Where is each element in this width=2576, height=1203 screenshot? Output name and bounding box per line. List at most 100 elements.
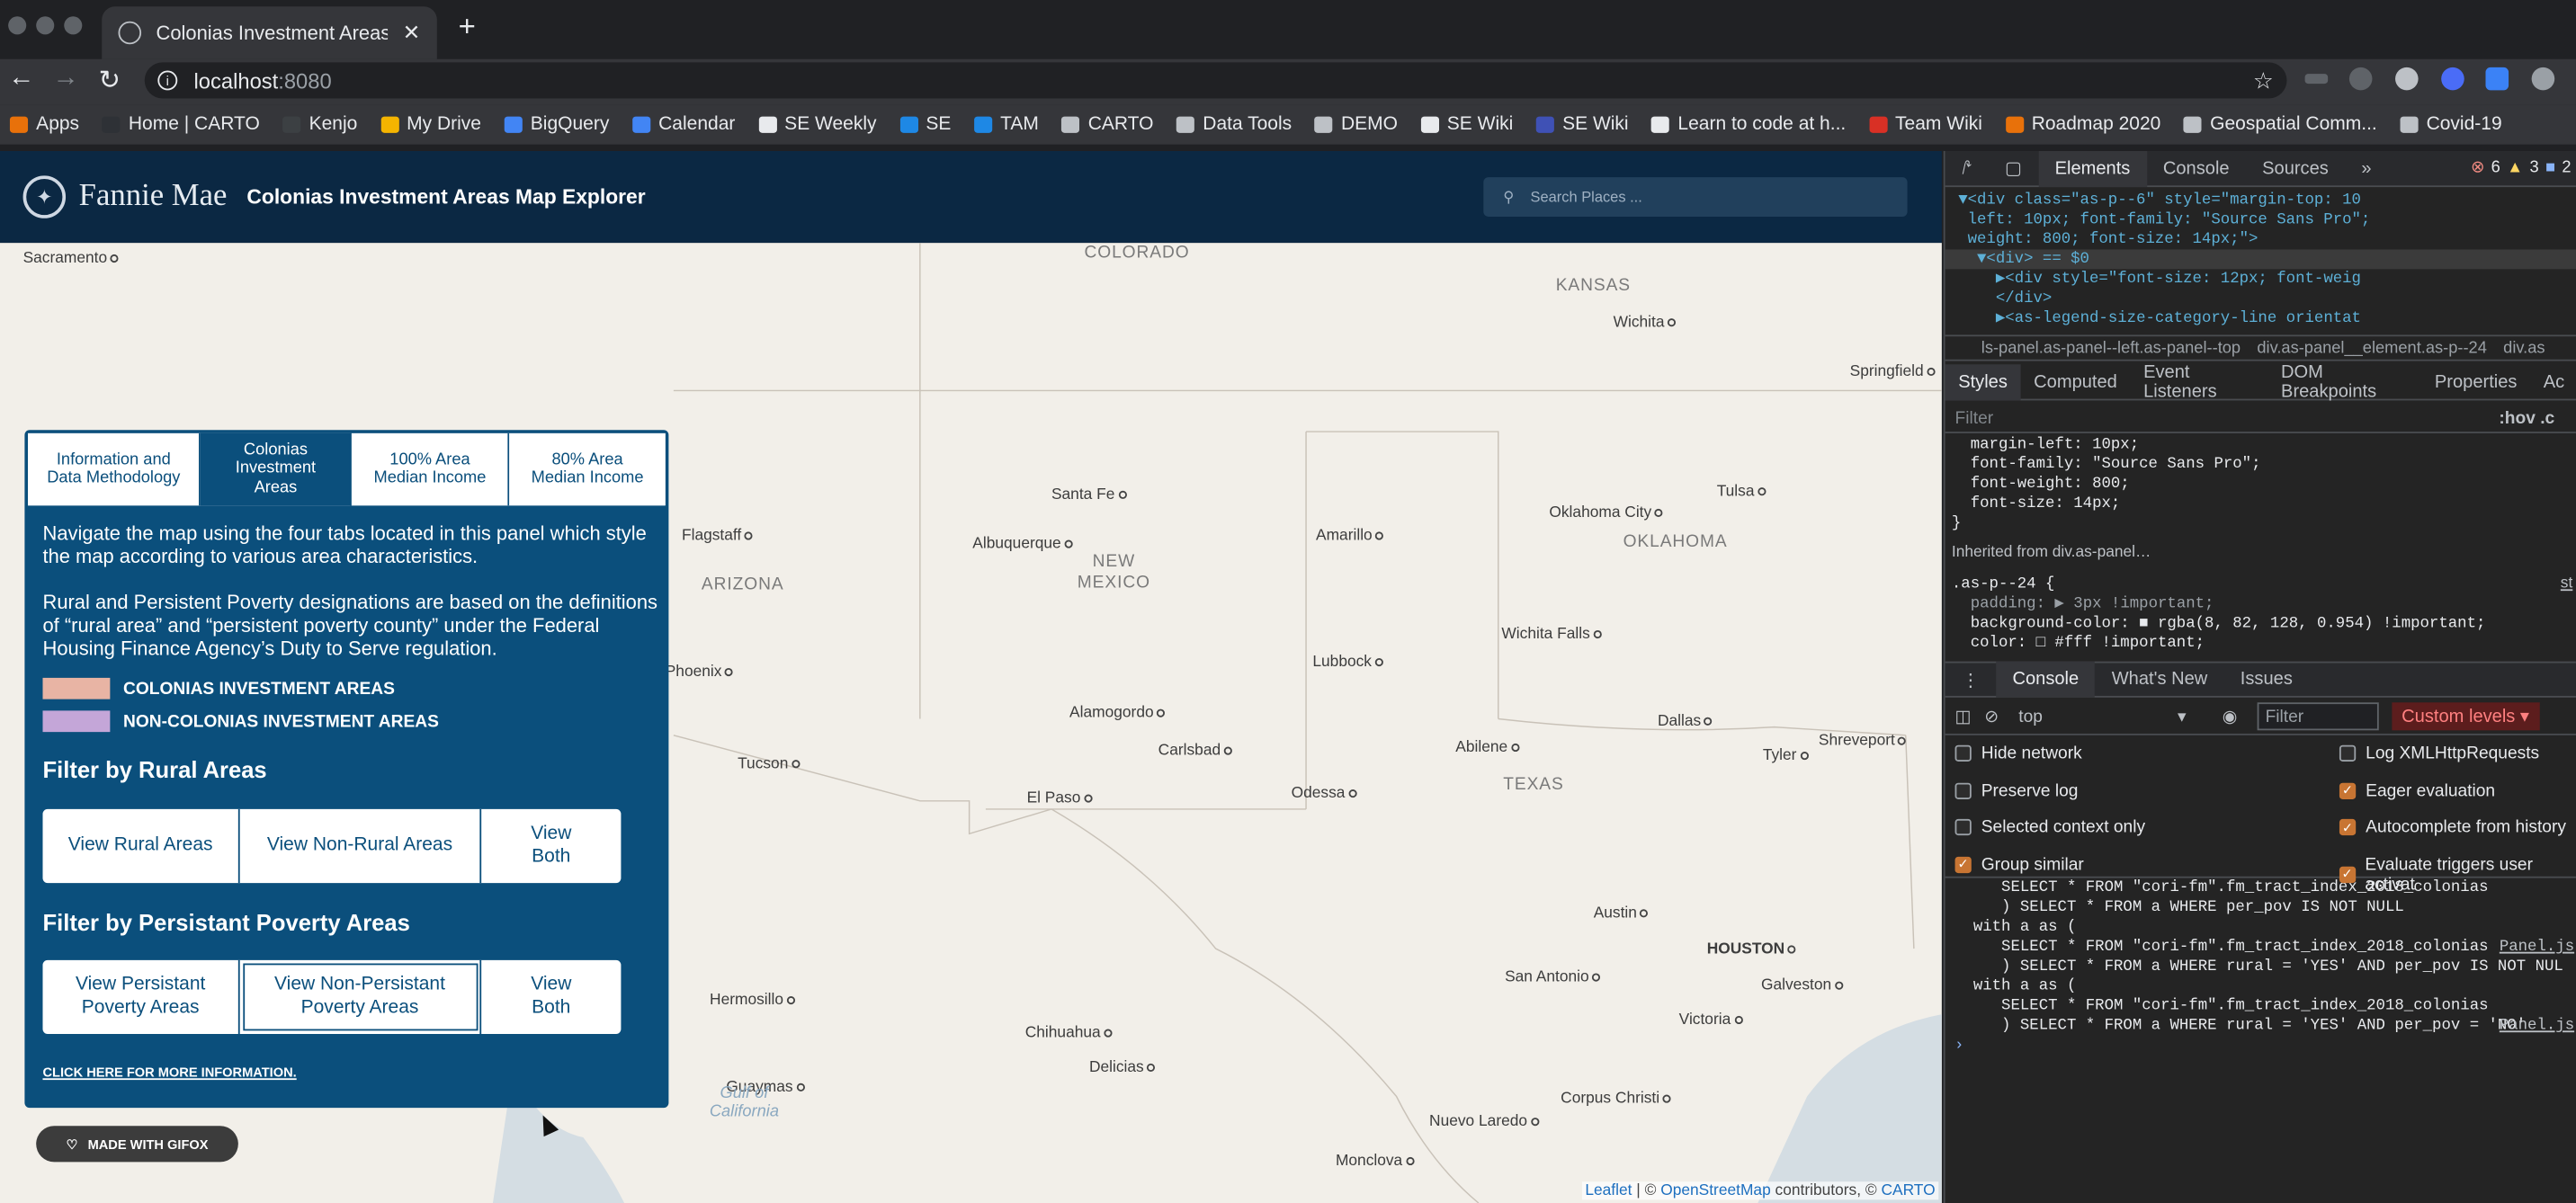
issue-counts[interactable]: ⊗ 6 ▲ 3 ■ 2 <box>2471 159 2576 177</box>
console-setting-checkbox[interactable]: ✓ Eager evaluation <box>2339 780 2495 800</box>
minimize-window-icon[interactable] <box>36 16 55 35</box>
bookmark-item[interactable]: TAM <box>973 115 1039 135</box>
maximize-window-icon[interactable] <box>64 16 83 35</box>
bookmark-item[interactable]: DEMO <box>1314 115 1398 135</box>
checkbox[interactable] <box>2339 744 2357 762</box>
panel-tab[interactable]: Information and Data Methodology <box>28 432 201 506</box>
drawer-tab[interactable]: What's New <box>2095 662 2223 698</box>
grammarly-icon[interactable] <box>2348 67 2373 91</box>
dom-tree[interactable]: ▼<div class="as-p--6" style="margin-top:… <box>1945 191 2576 328</box>
extension-menu-icon[interactable] <box>2304 74 2329 85</box>
new-tab-button[interactable]: + <box>459 10 476 44</box>
styles-subtab[interactable]: Styles <box>1945 363 2021 400</box>
forward-icon[interactable]: → <box>52 64 78 94</box>
console-setting-checkbox[interactable]: Log XMLHttpRequests <box>2339 744 2539 763</box>
console-source-link[interactable]: Panel.js <box>2500 1016 2574 1036</box>
console-setting-checkbox[interactable]: Hide network <box>1954 744 2082 763</box>
console-filter-input[interactable]: Filter <box>2257 702 2379 731</box>
carto-link[interactable]: CARTO <box>1881 1181 1935 1199</box>
styles-subtab[interactable]: Event Listeners <box>2130 362 2267 402</box>
checkbox[interactable] <box>1954 781 1972 799</box>
styles-subtab[interactable]: Computed <box>2021 371 2131 391</box>
tab-elements[interactable]: Elements <box>2038 150 2147 187</box>
bookmark-item[interactable]: Kenjo <box>282 115 357 135</box>
styles-subtab[interactable]: Ac <box>2530 371 2576 391</box>
drawer-menu-icon[interactable]: ⋮ <box>1945 662 1997 698</box>
drawer-tab[interactable]: Issues <box>2224 662 2310 698</box>
bookmark-item[interactable]: SE Wiki <box>1420 115 1513 135</box>
bookmark-item[interactable]: Roadmap 2020 <box>2005 115 2160 135</box>
more-tabs-icon[interactable]: » <box>2345 151 2388 186</box>
panel-tab[interactable]: 100% Area Median Income <box>352 432 510 506</box>
bookmark-item[interactable]: SE Weekly <box>757 115 877 135</box>
bookmark-item[interactable]: Team Wiki <box>1868 115 1982 135</box>
zoom-extension-icon[interactable] <box>2485 67 2509 91</box>
checkbox[interactable]: ✓ <box>2339 865 2356 883</box>
bookmark-item[interactable]: CARTO <box>1061 115 1153 135</box>
breadcrumb-item[interactable]: div.as-panel__element.as-p--24 <box>2257 339 2487 357</box>
back-icon[interactable]: ← <box>8 64 34 94</box>
style-source-link[interactable]: st <box>2561 575 2572 593</box>
tab-sources[interactable]: Sources <box>2246 151 2345 186</box>
bookmark-item[interactable]: Covid-19 <box>2400 115 2502 135</box>
bookmark-item[interactable]: Geospatial Comm... <box>2183 115 2377 135</box>
browser-tab[interactable]: Colonias Investment Areas ✕ <box>102 6 437 59</box>
checkbox[interactable]: ✓ <box>2339 818 2357 836</box>
leaflet-link[interactable]: Leaflet <box>1585 1181 1632 1199</box>
breadcrumb-item[interactable]: ls-panel.as-panel--left.as-panel--top <box>1981 339 2241 357</box>
bookmark-item[interactable]: Data Tools <box>1176 115 1292 135</box>
shield-extension-icon[interactable] <box>2441 67 2464 91</box>
bookmark-item[interactable]: Apps <box>9 115 79 135</box>
view-both-rural-button[interactable]: View Both <box>481 809 621 883</box>
dom-node-line[interactable]: weight: 800; font-size: 14px;"> <box>1945 230 2576 250</box>
extension-icon[interactable] <box>2395 67 2419 91</box>
close-tab-icon[interactable]: ✕ <box>403 20 421 46</box>
console-log[interactable]: SELECT * FROM "cori-fm".fm_tract_index_2… <box>1945 876 2576 1199</box>
panel-tab[interactable]: Colonias Investment Areas <box>201 432 353 506</box>
console-setting-checkbox[interactable]: ✓ Autocomplete from history <box>2339 817 2566 837</box>
console-setting-checkbox[interactable]: ✓ Group similar <box>1954 854 2084 874</box>
bookmark-item[interactable]: BigQuery <box>504 115 609 135</box>
drawer-tab[interactable]: Console <box>1996 661 2096 698</box>
search-places-input[interactable]: ⚲ Search Places ... <box>1483 177 1908 217</box>
panel-tab[interactable]: 80% Area Median Income <box>509 432 666 506</box>
bookmark-item[interactable]: SE <box>899 115 951 135</box>
styles-filter-input[interactable]: Filter :hov .c <box>1945 404 2576 433</box>
console-source-link[interactable]: Panel.js <box>2500 937 2574 957</box>
osm-link[interactable]: OpenStreetMap <box>1660 1181 1771 1199</box>
context-select[interactable]: top ▾ <box>2012 703 2193 729</box>
styles-subtab[interactable]: Properties <box>2421 371 2530 391</box>
inspect-element-icon[interactable]: ⭚ <box>1945 151 1989 186</box>
dom-node-line[interactable]: </div> <box>1945 289 2576 308</box>
checkbox[interactable]: ✓ <box>2339 781 2357 799</box>
address-bar[interactable]: i localhost:8080 ☆ <box>144 62 2287 99</box>
checkbox[interactable]: ✓ <box>1954 855 1972 873</box>
camera-extension-icon[interactable] <box>2531 67 2555 91</box>
hov-toggle[interactable]: :hov .c <box>2499 408 2554 428</box>
checkbox[interactable] <box>1954 744 1972 762</box>
bookmark-item[interactable]: My Drive <box>380 115 481 135</box>
device-toolbar-icon[interactable]: ▢ <box>1989 151 2039 186</box>
console-setting-checkbox[interactable]: Selected context only <box>1954 817 2145 837</box>
bookmark-item[interactable]: Home | CARTO <box>102 115 260 135</box>
bookmark-star-icon[interactable]: ☆ <box>2253 67 2274 94</box>
dom-node-line[interactable]: left: 10px; font-family: "Source Sans Pr… <box>1945 210 2576 230</box>
clear-console-icon[interactable]: ⊘ <box>1984 707 1999 726</box>
styles-subtab[interactable]: DOM Breakpoints <box>2267 362 2421 402</box>
view-both-poverty-button[interactable]: View Both <box>481 960 621 1034</box>
tab-console[interactable]: Console <box>2147 151 2246 186</box>
view-rural-areas-button[interactable]: View Rural Areas <box>42 808 240 884</box>
live-expression-eye-icon[interactable]: ◉ <box>2223 707 2238 726</box>
more-info-link[interactable]: CLICK HERE FOR MORE INFORMATION. <box>42 1065 296 1080</box>
close-window-icon[interactable] <box>8 16 27 35</box>
view-non-persistant-poverty-button[interactable]: View Non-Persistant Poverty Areas <box>240 959 482 1035</box>
log-levels-dropdown[interactable]: Custom levels ▾ <box>2392 702 2539 731</box>
reload-icon[interactable]: ↻ <box>99 64 121 97</box>
view-non-rural-areas-button[interactable]: View Non-Rural Areas <box>240 808 482 884</box>
dom-node-line[interactable]: ▼<div> == $0 <box>1945 249 2576 270</box>
view-persistant-poverty-button[interactable]: View Persistant Poverty Areas <box>42 959 240 1035</box>
sidebar-toggle-icon[interactable]: ◫ <box>1955 707 1972 726</box>
breadcrumb-item[interactable]: div.as <box>2503 339 2545 357</box>
checkbox[interactable] <box>1954 818 1972 836</box>
bookmark-item[interactable]: Learn to code at h... <box>1651 115 1846 135</box>
